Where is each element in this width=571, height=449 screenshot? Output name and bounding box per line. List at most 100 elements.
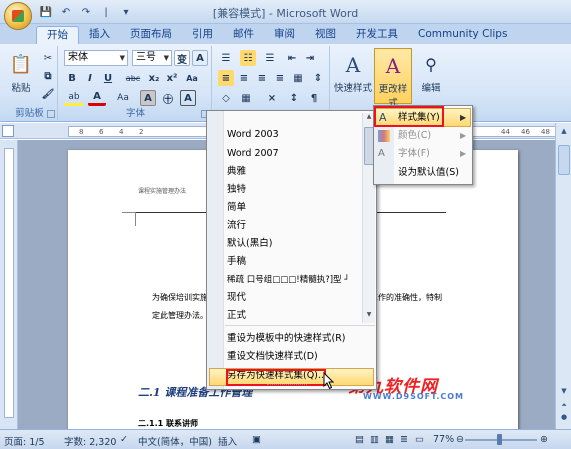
superscript-button[interactable]: x² — [164, 70, 180, 86]
status-page[interactable]: 页面: 1/5 — [4, 434, 45, 448]
underline-button[interactable]: U — [100, 70, 116, 86]
decrease-indent-icon[interactable]: ⇤ — [284, 50, 300, 66]
styleset-item[interactable]: 手稿 — [227, 254, 246, 270]
styleset-item[interactable]: 现代 — [227, 290, 246, 306]
copy-icon[interactable]: ⧉ — [40, 68, 56, 84]
view-print-layout-icon[interactable]: ▤ — [355, 434, 364, 445]
change-case-button[interactable]: Aa — [112, 90, 134, 106]
menu-item-reset-template[interactable]: 重设为模板中的快速样式(R) — [227, 331, 346, 347]
distribute-icon[interactable]: ▦ — [290, 70, 306, 86]
zoom-in-icon[interactable]: ⊕ — [540, 434, 548, 445]
office-button[interactable] — [4, 2, 32, 30]
highlight-button[interactable]: ab — [64, 90, 84, 106]
char-border-button[interactable]: A — [192, 50, 208, 66]
tab-references[interactable]: 引用 — [182, 26, 223, 44]
zoom-out-icon[interactable]: ⊖ — [456, 434, 464, 445]
align-right-icon[interactable]: ≡ — [254, 70, 270, 86]
styleset-item[interactable]: 典雅 — [227, 164, 246, 180]
change-styles-icon: A — [385, 54, 401, 78]
redo-icon[interactable]: ↷ — [78, 4, 94, 20]
zoom-slider-thumb[interactable] — [497, 434, 502, 445]
styleset-item[interactable]: 独特 — [227, 182, 246, 198]
save-icon[interactable]: 💾 — [38, 4, 54, 20]
char-shading-button[interactable]: A — [140, 90, 156, 106]
styleset-item[interactable]: 稀疏 口号组□□□!精髓执?]型 ┘ — [227, 272, 349, 288]
styleset-item[interactable]: 正式 — [227, 308, 246, 324]
clipboard-launcher-icon[interactable] — [47, 110, 55, 118]
tab-community-clips[interactable]: Community Clips — [408, 26, 517, 44]
select-browse-icon[interactable]: ● — [558, 411, 570, 423]
scroll-down-icon[interactable]: ▼ — [558, 385, 570, 397]
scroll-down-icon[interactable]: ▼ — [364, 311, 374, 318]
tab-mailings[interactable]: 邮件 — [223, 26, 264, 44]
menu-item-set-default[interactable]: 设为默认值(S) — [398, 164, 459, 182]
tab-page-layout[interactable]: 页面布局 — [120, 26, 182, 44]
justify-icon[interactable]: ≡ — [272, 70, 288, 86]
bullets-icon[interactable]: ☰ — [218, 50, 234, 66]
chevron-right-icon: ▶ — [460, 149, 467, 158]
align-left-icon[interactable]: ≡ — [218, 70, 234, 86]
enclose-char-button[interactable]: ㊉ — [160, 90, 176, 106]
view-full-screen-icon[interactable]: ▥ — [370, 434, 379, 445]
chevron-right-icon: ▶ — [460, 131, 467, 140]
strikethrough-button[interactable]: abc — [122, 70, 144, 86]
styleset-item[interactable]: Word 2007 — [227, 146, 279, 162]
vertical-ruler-scale — [4, 148, 14, 418]
status-insert-mode[interactable]: 插入 — [218, 434, 237, 448]
phonetic-guide-button[interactable]: 变 — [174, 50, 190, 66]
proofing-icon[interactable]: ✓ — [120, 434, 128, 445]
sort-icon[interactable]: ↕ — [286, 90, 302, 106]
qat-customize-icon[interactable]: ▾ — [118, 4, 134, 20]
font-name-combo[interactable]: 宋体 ▼ — [64, 50, 128, 66]
tab-developer[interactable]: 开发工具 — [346, 26, 408, 44]
numbering-icon[interactable]: ☷ — [240, 50, 256, 66]
subscript-button[interactable]: x₂ — [146, 70, 162, 86]
italic-button[interactable]: I — [82, 70, 98, 86]
zoom-level[interactable]: 77% — [433, 434, 454, 445]
multilevel-list-icon[interactable]: ☰ — [262, 50, 278, 66]
styleset-item[interactable]: Word 2003 — [227, 127, 279, 143]
bold-button[interactable]: B — [64, 70, 80, 86]
scroll-up-icon[interactable]: ▲ — [558, 125, 570, 137]
menu-item-reset-document[interactable]: 重设文档快速样式(D) — [227, 349, 318, 365]
format-painter-icon[interactable]: 🖌 — [40, 86, 56, 102]
status-language[interactable]: 中文(简体，中国) — [138, 434, 212, 448]
align-center-icon[interactable]: ≡ — [236, 70, 252, 86]
shading-icon[interactable]: ◇ — [218, 90, 234, 106]
view-outline-icon[interactable]: ≣ — [400, 434, 408, 445]
styleset-item[interactable]: 默认(黑白) — [227, 236, 272, 252]
quick-styles-icon: A — [345, 53, 361, 77]
editing-button[interactable]: ⚲ 编辑 — [416, 48, 446, 104]
font-color-button[interactable]: A — [88, 90, 106, 106]
cut-icon[interactable]: ✂ — [40, 50, 56, 66]
status-words[interactable]: 字数: 2,320 — [64, 434, 116, 448]
tab-review[interactable]: 审阅 — [264, 26, 305, 44]
paste-button[interactable]: 📋 粘贴 — [4, 48, 38, 104]
view-draft-icon[interactable]: ▭ — [415, 434, 424, 445]
tab-insert[interactable]: 插入 — [79, 26, 120, 44]
view-web-icon[interactable]: ▦ — [385, 434, 394, 445]
clear-format-button[interactable]: Aa — [184, 70, 200, 86]
quick-styles-button[interactable]: A 快速样式 — [334, 48, 372, 104]
chinese-layout-icon[interactable]: ⨯ — [264, 90, 280, 106]
font-size-combo[interactable]: 三号 ▼ — [132, 50, 172, 66]
menu-item-fonts[interactable]: 字体(F) ▶ — [398, 145, 466, 163]
line-spacing-icon[interactable]: ⇕ — [310, 70, 326, 86]
scroll-thumb[interactable] — [558, 145, 570, 175]
styleset-item[interactable]: 简单 — [227, 200, 246, 216]
change-styles-button[interactable]: A 更改样式 — [374, 48, 412, 109]
prev-page-icon[interactable]: ⏶ — [558, 399, 570, 411]
menu-resize-grip[interactable] — [267, 384, 307, 388]
borders-icon[interactable]: ▦ — [238, 90, 254, 106]
menu-item-colors[interactable]: 颜色(C) ▶ — [398, 127, 466, 145]
styleset-item[interactable]: 流行 — [227, 218, 246, 234]
undo-icon[interactable]: ↶ — [58, 4, 74, 20]
tab-home[interactable]: 开始 — [36, 26, 79, 44]
tab-view[interactable]: 视图 — [305, 26, 346, 44]
macro-record-icon[interactable]: ▣ — [252, 434, 261, 445]
show-marks-icon[interactable]: ¶ — [306, 90, 322, 106]
char-box-button[interactable]: A — [180, 90, 196, 106]
vertical-scrollbar[interactable]: ▲ ▼ ⏶ ● — [555, 123, 571, 429]
tab-selector[interactable] — [2, 125, 14, 137]
increase-indent-icon[interactable]: ⇥ — [302, 50, 318, 66]
